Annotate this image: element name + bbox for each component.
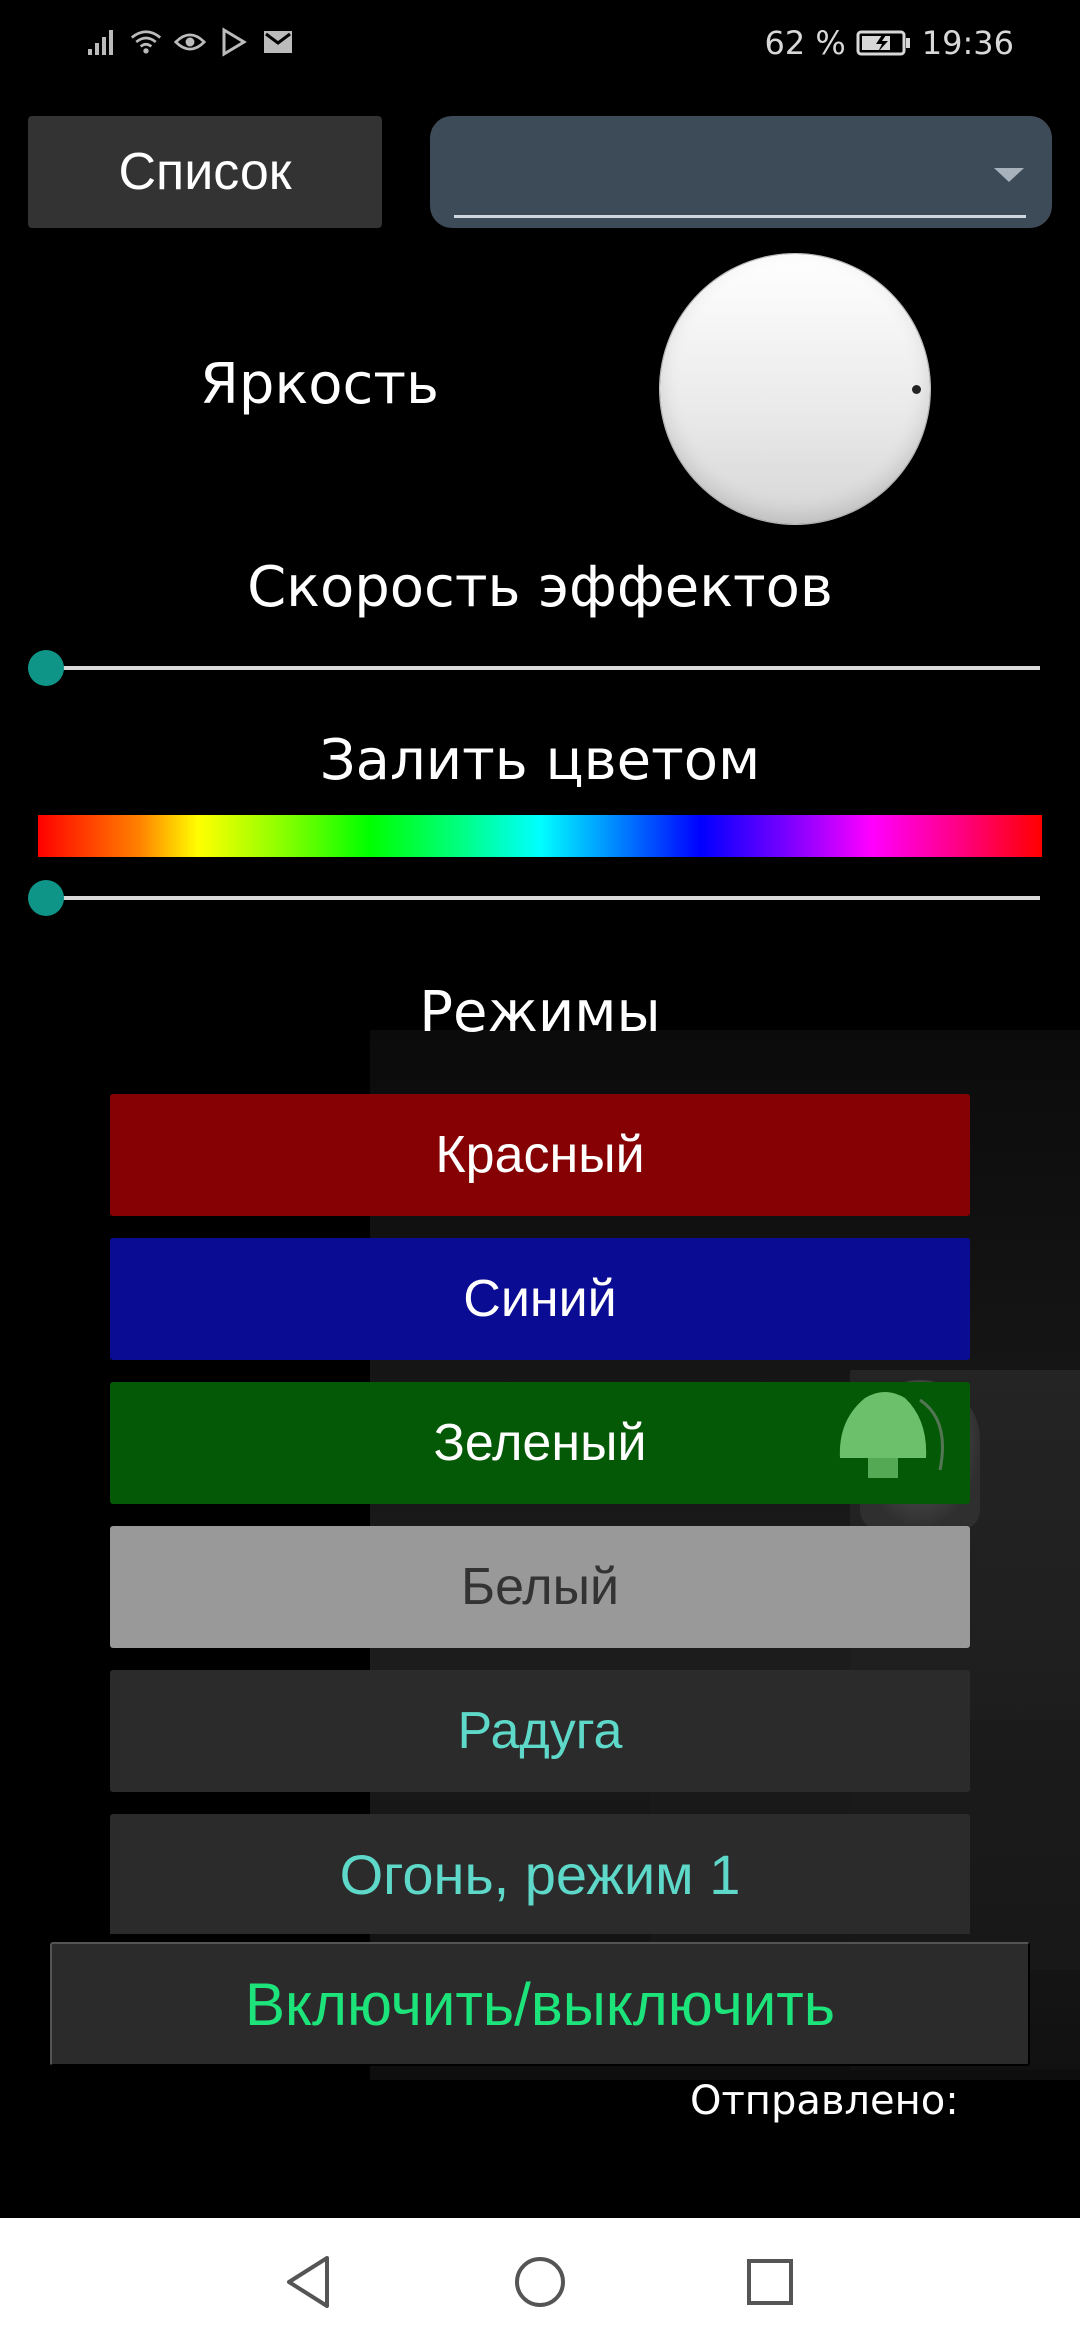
dropdown-underline <box>454 215 1026 218</box>
modes-title: Режимы <box>419 980 661 1045</box>
chevron-down-icon <box>994 168 1024 182</box>
mode-fire-button[interactable]: Огонь, режим 1 <box>110 1814 970 1934</box>
list-button[interactable]: Список <box>28 116 382 228</box>
mail-icon <box>262 26 294 58</box>
color-spectrum <box>38 815 1042 857</box>
speed-label: Скорость эффектов <box>247 555 833 620</box>
status-icons-left <box>86 26 294 58</box>
play-store-icon <box>218 26 250 58</box>
speed-slider[interactable] <box>28 646 1040 690</box>
device-dropdown[interactable] <box>430 116 1052 228</box>
brightness-label: Яркость <box>200 352 439 417</box>
signal-icon <box>86 26 118 58</box>
color-slider[interactable] <box>28 876 1040 920</box>
battery-charging-icon <box>856 27 912 59</box>
mode-red-button[interactable]: Красный <box>110 1094 970 1216</box>
app-screen: 62 % 19:36 Список Яркость Скорость эффек… <box>0 0 1080 2340</box>
color-slider-track <box>44 896 1040 900</box>
home-icon[interactable] <box>510 2252 570 2312</box>
speed-slider-track <box>44 666 1040 670</box>
sent-status: Отправлено: <box>690 2078 959 2124</box>
power-toggle-button[interactable]: Включить/выключить <box>50 1942 1030 2066</box>
wifi-icon <box>130 26 162 58</box>
mode-rainbow-button[interactable]: Радуга <box>110 1670 970 1792</box>
knob-indicator <box>912 385 921 394</box>
navigation-bar <box>0 2218 1080 2340</box>
modes-list[interactable]: Красный Синий Зеленый Белый Радуга Огонь… <box>0 1080 1080 1934</box>
clock: 19:36 <box>921 24 1014 62</box>
color-slider-thumb[interactable] <box>28 880 64 916</box>
recents-icon[interactable] <box>740 2252 800 2312</box>
back-icon[interactable] <box>278 2252 338 2312</box>
status-bar: 62 % 19:36 <box>0 0 1080 90</box>
speed-slider-thumb[interactable] <box>28 650 64 686</box>
status-right: 62 % 19:36 <box>764 24 1014 62</box>
mode-white-button[interactable]: Белый <box>110 1526 970 1648</box>
fill-color-label: Залить цветом <box>319 728 761 793</box>
battery-percent: 62 % <box>764 24 846 62</box>
lamp-icon <box>839 1392 944 1478</box>
eye-icon <box>174 26 206 58</box>
mode-blue-button[interactable]: Синий <box>110 1238 970 1360</box>
brightness-knob[interactable] <box>660 254 930 524</box>
